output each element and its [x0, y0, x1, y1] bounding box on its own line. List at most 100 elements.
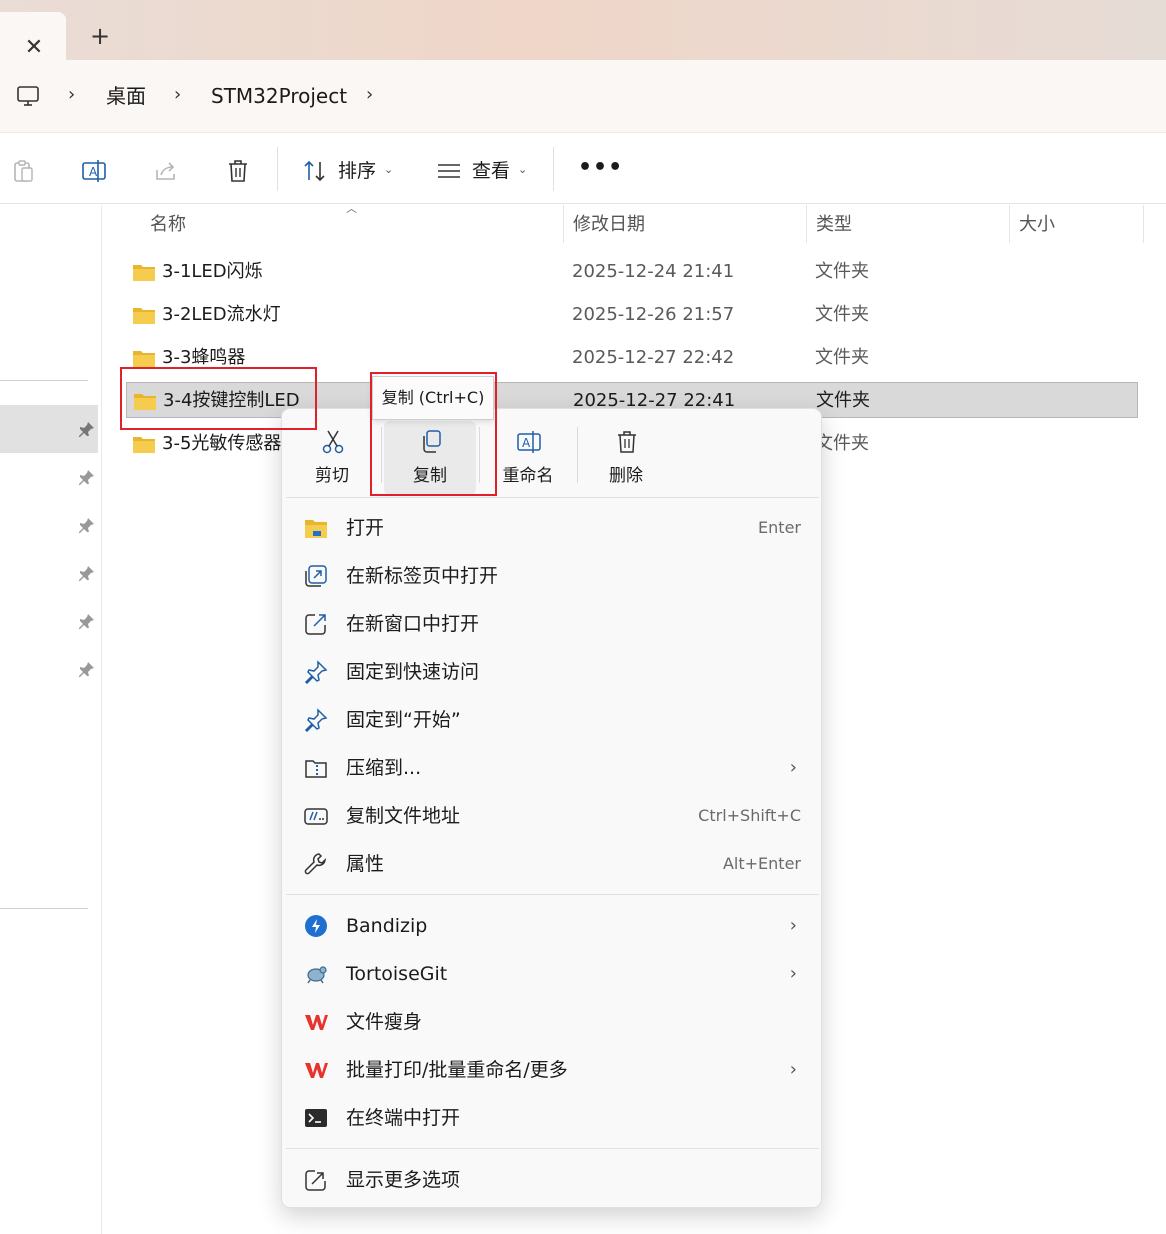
file-name: 3-1LED闪烁 [162, 261, 263, 282]
column-separator[interactable] [1143, 205, 1144, 243]
column-separator[interactable] [563, 205, 564, 243]
menu-item-label: 在新窗口中打开 [346, 613, 480, 635]
menu-item-open-new-tab[interactable]: 在新标签页中打开 [286, 554, 819, 598]
sort-icon[interactable] [302, 158, 328, 184]
annotation-highlight [120, 367, 317, 430]
menu-divider [286, 1148, 819, 1149]
sort-button-label[interactable]: 排序 [338, 158, 376, 184]
menu-item-compress[interactable]: 压缩到... › [286, 746, 819, 790]
file-row[interactable]: 3-1LED闪烁 2025-12-24 21:41 文件夹 [126, 254, 1138, 290]
column-header-type[interactable]: 类型 [816, 212, 852, 238]
folder-icon [133, 265, 155, 281]
breadcrumb-desktop[interactable]: 桌面 [106, 83, 146, 109]
menu-item-copy-path[interactable]: 复制文件地址 Ctrl+Shift+C [286, 794, 819, 838]
breadcrumb-chevron-icon[interactable]: › [68, 85, 82, 105]
chevron-down-icon[interactable]: ⌄ [384, 163, 393, 177]
view-button-label[interactable]: 查看 [472, 158, 510, 184]
delete-label: 删除 [609, 466, 643, 486]
scissors-icon [322, 430, 344, 454]
menu-item-tortoisegit[interactable]: TortoiseGit › [286, 952, 819, 996]
trash-icon [618, 431, 636, 453]
toolbar-separator [277, 147, 278, 191]
menu-item-bandizip[interactable]: Bandizip › [286, 904, 819, 948]
more-options-button[interactable]: ••• [578, 155, 623, 181]
menu-item-label: 复制文件地址 [346, 805, 461, 827]
navigation-pane [0, 205, 102, 1234]
breadcrumb-chevron-icon[interactable]: › [174, 85, 188, 105]
file-date: 2025-12-24 21:41 [572, 261, 735, 282]
this-pc-icon[interactable] [16, 84, 40, 108]
menu-item-file-slim[interactable]: 文件瘦身 [286, 1000, 819, 1044]
file-name: 3-5光敏传感器 [162, 433, 282, 454]
paste-icon[interactable] [10, 158, 36, 184]
column-header-date[interactable]: 修改日期 [573, 212, 645, 238]
share-icon[interactable] [153, 158, 179, 184]
menu-item-pin-start[interactable]: 固定到“开始” [286, 698, 819, 742]
menu-item-label: 在终端中打开 [346, 1107, 461, 1129]
chevron-down-icon[interactable]: ⌄ [518, 163, 527, 177]
menu-item-shortcut: Ctrl+Shift+C [698, 806, 801, 825]
column-header-size[interactable]: 大小 [1019, 212, 1055, 238]
terminal-icon [305, 1109, 327, 1127]
file-type: 文件夹 [815, 433, 869, 454]
delete-icon[interactable] [225, 158, 251, 184]
file-type: 文件夹 [816, 390, 870, 411]
pin-icon[interactable] [78, 516, 96, 534]
chevron-right-icon: › [789, 963, 797, 984]
delete-button[interactable]: 删除 [580, 421, 672, 495]
annotation-highlight [370, 372, 497, 496]
menu-item-label: TortoiseGit [346, 963, 448, 985]
menu-item-open[interactable]: 打开 Enter [286, 506, 819, 550]
rename-icon[interactable]: A [81, 158, 107, 184]
column-header-name[interactable]: 名称 [150, 212, 186, 238]
menu-item-open-terminal[interactable]: 在终端中打开 [286, 1096, 819, 1140]
view-icon[interactable] [436, 158, 462, 184]
column-separator[interactable] [806, 205, 807, 243]
close-tab-icon[interactable]: ✕ [20, 34, 48, 62]
menu-divider [286, 497, 819, 498]
file-type: 文件夹 [815, 347, 869, 368]
wps-icon [305, 1015, 328, 1030]
menu-item-properties[interactable]: 属性 Alt+Enter [286, 842, 819, 886]
cut-button[interactable]: 剪切 [286, 421, 378, 495]
file-row[interactable]: 3-2LED流水灯 2025-12-26 21:57 文件夹 [126, 297, 1138, 333]
chevron-right-icon: › [789, 1059, 797, 1080]
menu-divider [286, 894, 819, 895]
active-tab[interactable]: ✕ [0, 12, 66, 60]
nav-divider [0, 908, 88, 909]
menu-item-label: Bandizip [346, 915, 428, 937]
pin-icon[interactable] [78, 564, 96, 582]
menu-item-label: 文件瘦身 [346, 1011, 423, 1033]
address-bar[interactable]: › 桌面 › STM32Project › [0, 60, 1166, 132]
pin-icon[interactable] [78, 420, 96, 438]
open-in-new-tab-icon [305, 565, 327, 587]
rename-icon: A [517, 431, 541, 453]
file-type: 文件夹 [815, 261, 869, 282]
tab-strip: ✕ + [0, 0, 1166, 60]
svg-text:A: A [522, 436, 531, 450]
file-date: 2025-12-26 21:57 [572, 304, 735, 325]
menu-item-label: 固定到“开始” [346, 709, 461, 731]
breadcrumb-chevron-icon[interactable]: › [366, 85, 380, 105]
wps-icon [305, 1063, 328, 1078]
new-tab-icon[interactable]: + [86, 22, 114, 50]
context-menu: 剪切 复制 A 重命名 删除 打开 Enter 在新标签页中打开 在新窗口中打开… [281, 408, 822, 1208]
cut-label: 剪切 [315, 466, 349, 486]
menu-item-open-new-window[interactable]: 在新窗口中打开 [286, 602, 819, 646]
column-separator[interactable] [1009, 205, 1010, 243]
menu-item-label: 打开 [346, 517, 385, 539]
pin-icon[interactable] [78, 612, 96, 630]
pin-icon[interactable] [78, 468, 96, 486]
chevron-right-icon: › [789, 757, 797, 778]
menu-item-shortcut: Enter [758, 518, 801, 537]
pin-icon[interactable] [78, 660, 96, 678]
breadcrumb-stm32project[interactable]: STM32Project [211, 83, 347, 109]
open-in-new-window-icon [305, 614, 326, 635]
menu-item-label: 在新标签页中打开 [346, 565, 499, 587]
menu-item-pin-quick-access[interactable]: 固定到快速访问 [286, 650, 819, 694]
quick-action-separator [577, 427, 578, 483]
menu-item-batch-tools[interactable]: 批量打印/批量重命名/更多 › [286, 1048, 819, 1092]
pin-icon [304, 708, 328, 732]
menu-item-label: 固定到快速访问 [346, 661, 480, 683]
menu-item-show-more-options[interactable]: 显示更多选项 [286, 1158, 819, 1202]
